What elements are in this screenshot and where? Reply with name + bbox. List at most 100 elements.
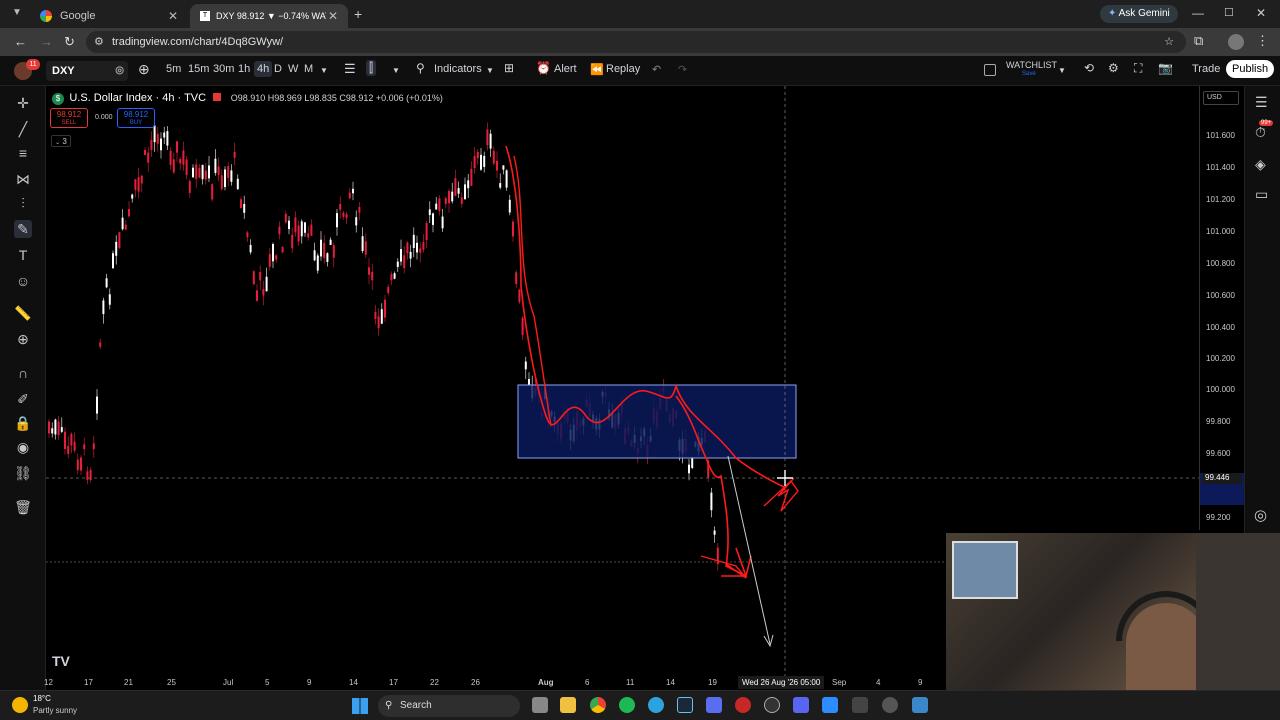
price-axis[interactable]: USD 101.600 101.400 101.200 101.000 100.… (1199, 86, 1244, 530)
link-icon[interactable]: ⛓ (14, 464, 32, 482)
interval-4h[interactable]: 4h (254, 61, 273, 77)
steam-icon[interactable] (677, 697, 693, 713)
tab-list-icon[interactable]: ▼ (12, 7, 26, 21)
interval-30m[interactable]: 30m (213, 63, 234, 75)
time-axis[interactable]: 12 17 21 25 Jul 5 9 14 17 22 26 Aug 6 11… (44, 676, 946, 690)
site-info-icon[interactable]: ⚙ (94, 31, 104, 53)
consolidation-box[interactable] (517, 384, 797, 459)
trend-line-icon[interactable]: ╱ (14, 120, 32, 138)
interval-1h[interactable]: 1h (238, 63, 250, 75)
layout-grid-icon[interactable]: ⊞ (504, 61, 514, 75)
alert-icon[interactable]: ⏰ (536, 61, 551, 75)
zoom-icon[interactable]: ⊕ (14, 330, 32, 348)
pencil-lock-icon[interactable]: ✐ (14, 390, 32, 408)
indicator-toggle[interactable]: ⌄ 3 (51, 135, 71, 147)
alerts-clock-icon[interactable]: ⏱ (1255, 124, 1266, 141)
interval-5m[interactable]: 5m (166, 63, 181, 75)
drawing-tools-icon[interactable]: ⟲ (1084, 61, 1094, 75)
ask-gemini-button[interactable]: ✦ Ask Gemini (1100, 5, 1178, 23)
add-symbol-icon[interactable]: ⊕ (138, 61, 150, 78)
drawing-stroke[interactable] (763, 477, 799, 512)
obs-icon[interactable] (764, 697, 780, 713)
watchlist-checkbox[interactable] (984, 64, 996, 76)
windows-start-icon[interactable] (352, 698, 368, 714)
interval-D[interactable]: D (274, 63, 282, 75)
interval-M[interactable]: M (304, 63, 313, 75)
back-icon[interactable]: ← (14, 34, 27, 49)
chrome-icon[interactable] (590, 697, 606, 713)
telegram-icon[interactable] (648, 697, 664, 713)
text-icon[interactable]: T (14, 246, 32, 264)
undo-icon[interactable]: ↶ (652, 63, 661, 76)
record-icon[interactable] (735, 697, 751, 713)
projection-arrow[interactable] (727, 455, 771, 645)
chevron-down-icon[interactable]: ▼ (1058, 66, 1066, 75)
chat-icon[interactable]: ▭ (1255, 186, 1268, 203)
browser-menu-icon[interactable]: ⋮ (1256, 33, 1269, 49)
interval-15m[interactable]: 15m (188, 63, 209, 75)
game-controller-icon[interactable] (706, 697, 722, 713)
discord-icon[interactable] (793, 697, 809, 713)
candle-style-icon[interactable]: ⫿ (366, 60, 377, 76)
fullscreen-icon[interactable]: ⛶ (1134, 61, 1142, 76)
magnet-icon[interactable]: ∩ (14, 364, 32, 382)
minimize-button[interactable]: — (1192, 6, 1204, 20)
indicators-button[interactable]: Indicators (434, 63, 482, 75)
new-tab-button[interactable]: + (354, 6, 362, 22)
lock-icon[interactable]: 🔒 (14, 414, 32, 432)
symbol-search[interactable]: DXY ◎ (46, 61, 128, 81)
pattern-icon[interactable]: ⋈ (14, 170, 32, 188)
crosshair-icon[interactable]: ✛ (14, 94, 32, 112)
maximize-button[interactable]: ☐ (1224, 6, 1234, 19)
symbol-compare-icon[interactable]: ◎ (115, 61, 124, 81)
zoom-app-icon[interactable] (822, 697, 838, 713)
bar-style-icon[interactable]: ☰ (344, 61, 356, 77)
layers-icon[interactable]: ◈ (1255, 156, 1266, 173)
close-icon[interactable]: ✕ (328, 9, 338, 23)
tray-app-icon[interactable] (912, 697, 928, 713)
redo-icon[interactable]: ↷ (678, 63, 687, 76)
tray-app-icon[interactable] (882, 697, 898, 713)
close-window-button[interactable]: ✕ (1256, 6, 1266, 20)
publish-button[interactable]: Publish (1226, 60, 1275, 78)
currency-selector[interactable]: USD (1203, 91, 1239, 105)
chevron-down-icon[interactable]: ▼ (320, 66, 328, 75)
replay-button[interactable]: Replay (606, 63, 640, 75)
buy-button[interactable]: 98.912 BUY (117, 108, 155, 128)
interval-W[interactable]: W (288, 63, 298, 75)
close-app-icon[interactable] (852, 697, 868, 713)
trash-icon[interactable]: 🗑 (14, 498, 32, 516)
trade-button[interactable]: Trade (1186, 60, 1226, 78)
ruler-icon[interactable]: 📏 (14, 304, 32, 322)
tab-tradingview[interactable]: T DXY 98.912 ▼ −0.74% WATCH... ✕ (190, 4, 348, 28)
legend-title[interactable]: U.S. Dollar Index · 4h · TVC (69, 92, 206, 104)
address-field[interactable]: ⚙ tradingview.com/chart/4Dq8GWyw/ ☆ (86, 31, 1186, 53)
fib-icon[interactable]: ≡ (14, 144, 32, 162)
camera-icon[interactable]: 📷 (1158, 61, 1173, 75)
replay-icon[interactable]: ⏪ (590, 63, 604, 76)
chevron-down-icon[interactable]: ▼ (486, 66, 494, 75)
sell-button[interactable]: 98.912 SELL (50, 108, 88, 128)
target-icon[interactable]: ◎ (1254, 506, 1267, 524)
reload-icon[interactable]: ↻ (64, 34, 75, 50)
settings-gear-icon[interactable]: ⚙ (1108, 61, 1119, 75)
taskbar-search[interactable]: ⚲ Search (378, 695, 520, 717)
indicators-icon[interactable]: ⚲ (416, 61, 425, 75)
file-explorer-icon[interactable] (560, 697, 576, 713)
forward-icon[interactable]: → (40, 34, 53, 49)
prediction-icon[interactable]: ⫶ (14, 194, 32, 212)
weather-icon[interactable] (12, 697, 28, 713)
emoji-icon[interactable]: ☺ (14, 272, 32, 290)
profile-avatar[interactable] (1228, 34, 1244, 50)
task-view-icon[interactable] (532, 697, 548, 713)
watchlist-icon[interactable]: ☰ (1255, 94, 1268, 111)
close-icon[interactable]: ✕ (168, 9, 178, 23)
spotify-icon[interactable] (619, 697, 635, 713)
chevron-down-icon[interactable]: ▼ (392, 66, 400, 75)
brush-icon[interactable]: ✎ (14, 220, 32, 238)
watchlist-button[interactable]: WATCHLIST (1006, 60, 1057, 70)
bookmark-star-icon[interactable]: ☆ (1164, 31, 1174, 53)
extensions-icon[interactable]: ⧉ (1194, 33, 1203, 49)
tab-google[interactable]: Google ✕ (30, 4, 188, 28)
alert-button[interactable]: Alert (554, 63, 577, 75)
